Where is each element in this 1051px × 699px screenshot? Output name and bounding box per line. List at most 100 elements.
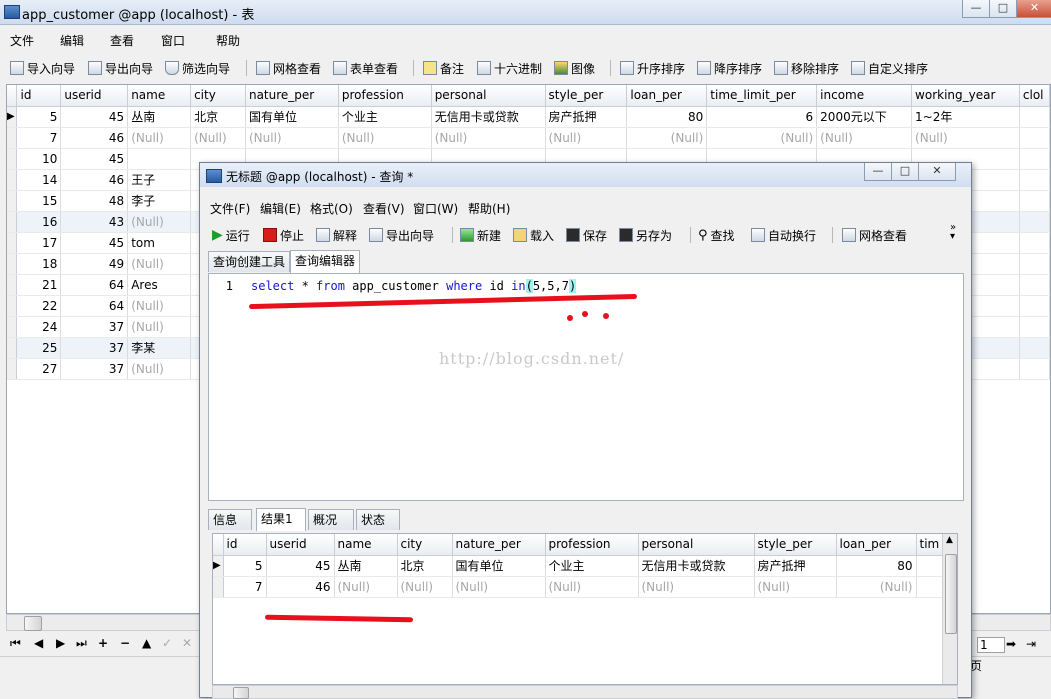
form-view-button[interactable]: 表单查看 [333, 59, 398, 77]
table-cell[interactable]: (Null) [545, 576, 639, 598]
tab-profile[interactable]: 概况 [308, 509, 354, 530]
table-cell[interactable] [1019, 211, 1051, 233]
column-header-profession[interactable]: profession [545, 534, 639, 556]
table-cell[interactable]: 18 [16, 253, 62, 275]
row-selector[interactable] [7, 169, 18, 191]
table-cell[interactable]: 45 [60, 106, 129, 128]
column-header-name[interactable]: name [334, 534, 398, 556]
table-cell[interactable]: 1~2年 [911, 106, 1020, 128]
column-header-personal[interactable]: personal [431, 85, 546, 107]
table-cell[interactable]: 64 [60, 295, 129, 317]
row-selector[interactable] [7, 148, 18, 170]
table-cell[interactable]: (Null) [127, 211, 192, 233]
row-selector[interactable] [7, 337, 18, 359]
table-cell[interactable]: 24 [16, 316, 62, 338]
table-cell[interactable]: (Null) [245, 127, 339, 149]
table-cell[interactable] [1019, 127, 1051, 149]
query-menu-file[interactable]: 文件(F) [210, 200, 250, 217]
table-cell[interactable]: 5 [223, 555, 267, 577]
table-cell[interactable]: 2000元以下 [816, 106, 913, 128]
table-cell[interactable]: 15 [16, 190, 62, 212]
table-cell[interactable]: (Null) [816, 127, 913, 149]
row-selector[interactable] [213, 576, 224, 598]
table-cell[interactable]: 7 [223, 576, 267, 598]
remove-sort-button[interactable]: 移除排序 [774, 59, 839, 77]
table-cell[interactable]: 李子 [127, 190, 192, 212]
table-cell[interactable]: 48 [60, 190, 129, 212]
edit-up-button[interactable]: ▲ [142, 636, 151, 650]
result-vertical-scrollbar[interactable]: ▲ [942, 534, 957, 684]
scrollbar-thumb[interactable] [945, 554, 957, 634]
row-selector[interactable]: ▶ [213, 555, 224, 577]
table-cell[interactable]: 64 [60, 274, 129, 296]
maximize-button[interactable]: □ [989, 0, 1017, 18]
table-cell[interactable]: 北京 [190, 106, 246, 128]
query-minimize-button[interactable]: — [864, 163, 892, 181]
row-selector[interactable] [7, 232, 18, 254]
toolbar-overflow-icon[interactable]: » ▾ [950, 223, 956, 242]
run-button[interactable]: ▶ 运行 [212, 226, 250, 244]
row-selector[interactable] [7, 295, 18, 317]
column-header-clol[interactable]: clol [1019, 85, 1051, 107]
menu-help[interactable]: 帮助 [216, 32, 240, 49]
table-cell[interactable]: (Null) [334, 576, 398, 598]
table-cell[interactable]: 丛南 [334, 555, 398, 577]
table-cell[interactable]: (Null) [127, 316, 192, 338]
table-cell[interactable]: 房产抵押 [545, 106, 628, 128]
table-cell[interactable] [1019, 253, 1051, 275]
table-cell[interactable] [1019, 232, 1051, 254]
grid-view-button[interactable]: 网格查看 [256, 59, 321, 77]
next-record-button[interactable]: ▶ [56, 636, 65, 650]
load-button[interactable]: 载入 [513, 226, 554, 244]
table-row[interactable]: ▶ 5 45 丛南 北京 国有单位 个业主 无信用卡或贷款 房产抵押 80 [213, 555, 944, 577]
table-cell[interactable]: 王子 [127, 169, 192, 191]
row-header-corner[interactable] [7, 85, 18, 107]
table-cell[interactable]: 房产抵押 [754, 555, 837, 577]
table-cell[interactable]: (Null) [397, 576, 453, 598]
prev-record-button[interactable]: ◀ [34, 636, 43, 650]
query-maximize-button[interactable]: □ [891, 163, 919, 181]
table-cell[interactable]: 43 [60, 211, 129, 233]
table-cell[interactable]: (Null) [638, 576, 755, 598]
column-header-loan_per[interactable]: loan_per [626, 85, 708, 107]
table-cell[interactable]: 45 [60, 232, 129, 254]
table-cell[interactable]: (Null) [127, 358, 192, 380]
table-cell[interactable]: 37 [60, 358, 129, 380]
table-cell[interactable]: 国有单位 [452, 555, 546, 577]
delete-record-button[interactable]: − [120, 636, 130, 650]
table-cell[interactable]: 46 [60, 169, 129, 191]
query-menu-view[interactable]: 查看(V) [363, 200, 405, 217]
table-cell[interactable]: 46 [266, 576, 335, 598]
column-header-income[interactable]: income [816, 85, 913, 107]
row-header-corner[interactable] [213, 534, 224, 556]
sort-asc-button[interactable]: 升序排序 [620, 59, 685, 77]
minimize-button[interactable]: — [962, 0, 990, 18]
table-cell[interactable]: 46 [60, 127, 129, 149]
row-selector[interactable] [7, 127, 18, 149]
menu-view[interactable]: 查看 [110, 32, 134, 49]
sql-editor[interactable]: 1 select * from app_customer where id in… [208, 273, 964, 501]
table-cell[interactable]: 5 [16, 106, 62, 128]
word-wrap-button[interactable]: 自动换行 [751, 226, 816, 244]
table-row[interactable]: 7 46 (Null) (Null) (Null) (Null) (Null) (Null)(… [7, 127, 1051, 149]
table-cell[interactable]: (Null) [190, 127, 246, 149]
table-cell[interactable] [1019, 295, 1051, 317]
table-cell[interactable]: 国有单位 [245, 106, 339, 128]
result-horizontal-scrollbar[interactable] [212, 685, 958, 699]
custom-sort-button[interactable]: 自定义排序 [851, 59, 928, 77]
next-page-arrow-icon[interactable]: ➡ [1006, 637, 1016, 651]
tab-query-builder[interactable]: 查询创建工具 [208, 251, 291, 272]
query-menu-edit[interactable]: 编辑(E) [260, 200, 301, 217]
table-cell[interactable]: 14 [16, 169, 62, 191]
query-menu-format[interactable]: 格式(O) [310, 200, 353, 217]
table-cell[interactable] [916, 555, 944, 577]
table-cell[interactable]: (Null) [545, 127, 628, 149]
query-menu-help[interactable]: 帮助(H) [468, 200, 510, 217]
table-cell[interactable]: 个业主 [338, 106, 432, 128]
row-selector[interactable] [7, 190, 18, 212]
column-header-name[interactable]: name [127, 85, 192, 107]
table-cell[interactable] [1019, 358, 1051, 380]
table-row[interactable]: 7 46 (Null) (Null) (Null) (Null) (Null) (Null)(… [213, 576, 944, 598]
column-header-city[interactable]: city [397, 534, 453, 556]
table-cell[interactable]: 45 [60, 148, 129, 170]
